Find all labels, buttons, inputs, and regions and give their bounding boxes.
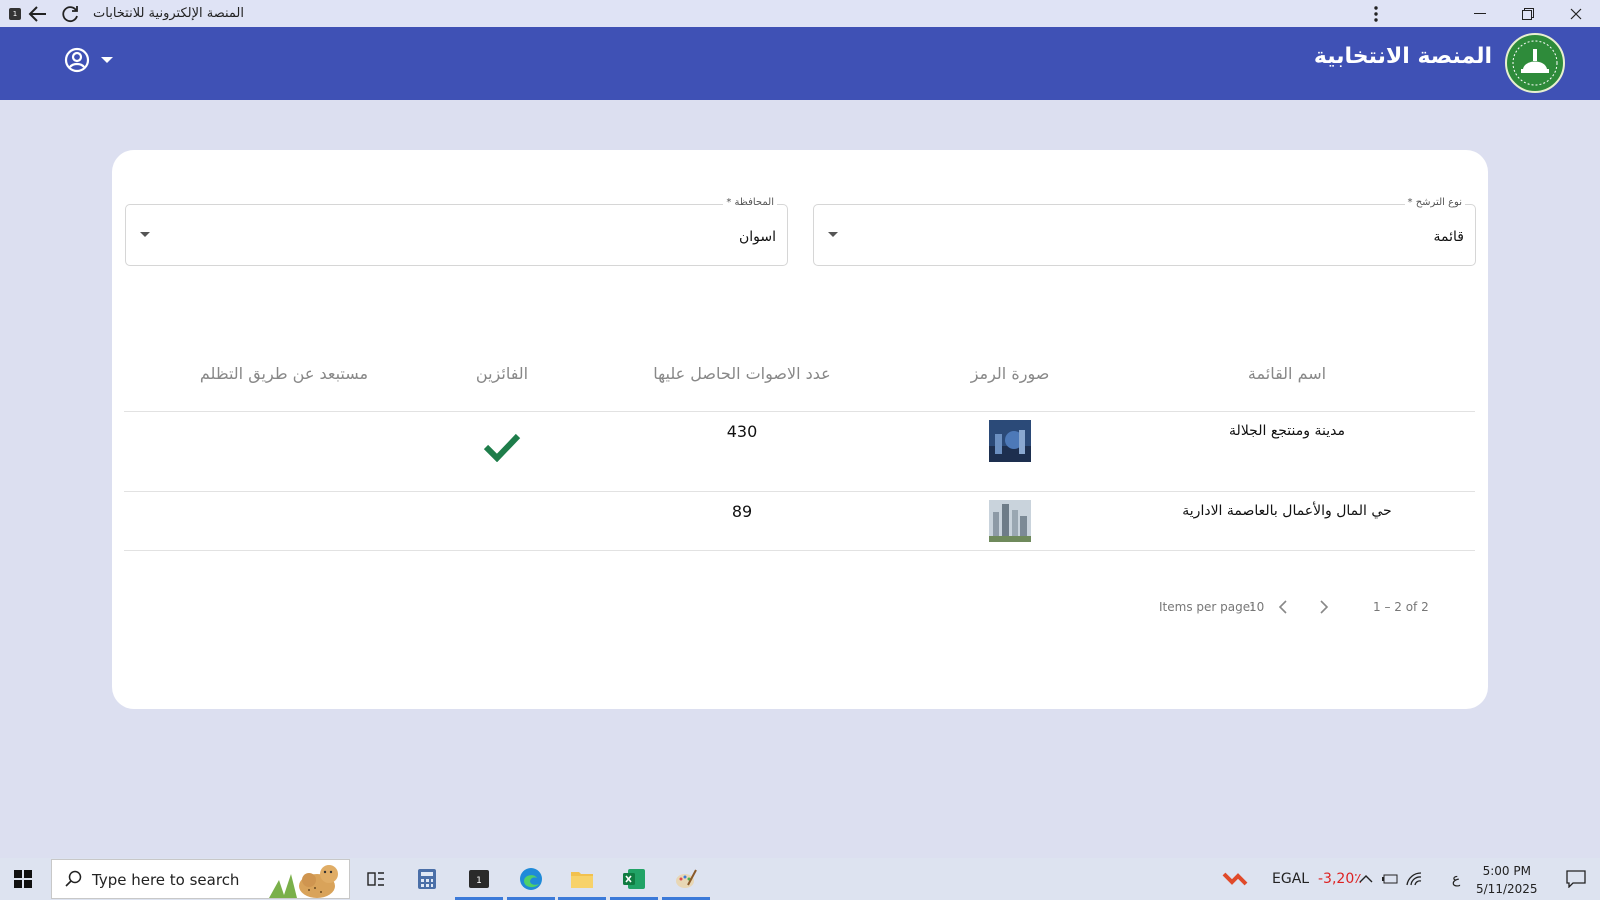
app-window-icon: 1 (469, 870, 489, 888)
window-title: المنصة الإلكترونية للانتخابات (93, 6, 244, 21)
cell-list-name: مدينة ومنتجع الجلالة (1229, 423, 1345, 439)
previous-page-button[interactable] (1278, 600, 1288, 617)
wifi-icon (1406, 872, 1422, 886)
app-title: المنصة الانتخابية (1313, 44, 1492, 69)
clock[interactable]: 5:00 PM 5/11/2025 (1476, 862, 1538, 898)
os-taskbar: Type here to search 1 EGAL -3,20٪ ع 5:00… (0, 858, 1600, 900)
restore-icon (1522, 7, 1534, 20)
col-winners[interactable]: الفائزين (476, 364, 528, 383)
minimize-button[interactable] (1456, 0, 1504, 27)
col-list-name[interactable]: اسم القائمة (1248, 364, 1326, 383)
governorate-select[interactable]: المحافظة * اسوان (125, 197, 788, 266)
network-button[interactable] (1402, 858, 1426, 900)
kebab-icon (1374, 5, 1378, 22)
user-avatar-icon (64, 47, 90, 73)
excel-icon (623, 869, 645, 889)
app-header: المنصة الانتخابية (0, 27, 1600, 100)
governorate-value: اسوان (738, 229, 776, 245)
results-table: اسم القائمة صورة الرمز عدد الاصوات الحاص… (124, 350, 1475, 551)
stock-trend-icon (1222, 872, 1248, 886)
chevron-down-icon (828, 232, 838, 237)
col-excluded[interactable]: مستبعد عن طريق التظلم (200, 364, 368, 383)
task-view-button[interactable] (352, 858, 400, 900)
page-size-select[interactable]: 10 (1249, 600, 1264, 614)
symbol-image[interactable] (989, 420, 1031, 462)
taskbar-calculator[interactable] (403, 858, 451, 900)
chevron-right-icon (1320, 600, 1329, 614)
items-per-page-label: Items per page: (1159, 600, 1255, 614)
check-icon (483, 433, 521, 462)
reload-button[interactable] (55, 0, 85, 27)
taskbar-edge[interactable] (507, 858, 555, 900)
col-votes[interactable]: عدد الاصوات الحاصل عليها (653, 364, 830, 383)
folder-icon (571, 872, 593, 888)
cheetah-illustration-icon (269, 865, 338, 898)
col-symbol-image[interactable]: صورة الرمز (971, 364, 1050, 383)
page-range: 1 – 2 of 2 (1373, 600, 1429, 614)
candidacy-type-value: قائمة (1433, 229, 1464, 245)
tray-overflow-button[interactable] (1354, 858, 1378, 900)
battery-button[interactable] (1378, 858, 1402, 900)
windows-logo-icon (14, 870, 32, 888)
svg-text:1: 1 (476, 876, 482, 886)
governorate-label: المحافظة * (723, 197, 777, 208)
next-page-button[interactable] (1319, 600, 1329, 617)
close-icon (1570, 8, 1582, 19)
cell-list-name: حي المال والأعمال بالعاصمة الادارية (1182, 503, 1392, 519)
taskbar-paint[interactable] (662, 858, 710, 900)
start-button[interactable] (14, 870, 32, 892)
cell-votes: 89 (731, 502, 753, 521)
search-placeholder: Type here to search (92, 871, 240, 889)
close-button[interactable] (1552, 0, 1600, 27)
reload-icon (62, 5, 78, 22)
more-menu-button[interactable] (1352, 0, 1400, 27)
app-badge: 1 (9, 7, 21, 20)
back-button[interactable] (23, 0, 53, 27)
results-card: نوع الترشح * قائمة المحافظة * اسوان اسم … (112, 150, 1488, 709)
stock-name: EGAL (1272, 871, 1310, 887)
taskbar-excel[interactable] (610, 858, 658, 900)
clock-time: 5:00 PM (1482, 864, 1531, 878)
chevron-up-icon (1359, 875, 1373, 883)
taskbar-search[interactable]: Type here to search (51, 859, 350, 899)
paginator: Items per page: 10 1 – 2 of 2 (112, 600, 1488, 620)
language-indicator[interactable]: ع (1444, 858, 1468, 900)
notification-icon (1566, 870, 1586, 888)
paint-icon (676, 869, 697, 888)
table-row[interactable]: مدينة ومنتجع الجلالة 430 (124, 412, 1475, 492)
emblem-logo-icon (1505, 33, 1565, 93)
table-row[interactable]: حي المال والأعمال بالعاصمة الادارية 89 (124, 492, 1475, 551)
edge-icon (520, 868, 542, 890)
candidacy-type-label: نوع الترشح * (1404, 197, 1465, 208)
cell-votes: 430 (726, 422, 758, 441)
notifications-button[interactable] (1552, 858, 1600, 900)
table-header: اسم القائمة صورة الرمز عدد الاصوات الحاص… (124, 350, 1475, 412)
chevron-left-icon (1278, 600, 1287, 614)
user-menu[interactable] (64, 47, 114, 73)
dropdown-arrow-icon (101, 57, 113, 63)
restore-button[interactable] (1504, 0, 1552, 27)
minimize-icon (1474, 12, 1486, 14)
symbol-image[interactable] (989, 500, 1031, 542)
taskbar-election-app[interactable]: 1 (455, 858, 503, 900)
calculator-icon (418, 869, 436, 889)
search-icon (65, 870, 82, 887)
window-titlebar: 1 المنصة الإلكترونية للانتخابات (0, 0, 1600, 27)
chevron-down-icon (140, 232, 150, 237)
clock-date: 5/11/2025 (1476, 882, 1538, 896)
taskbar-file-explorer[interactable] (558, 858, 606, 900)
back-arrow-icon (28, 5, 46, 22)
battery-icon (1382, 874, 1398, 884)
candidacy-type-select[interactable]: نوع الترشح * قائمة (813, 197, 1476, 266)
task-view-icon (367, 872, 384, 886)
